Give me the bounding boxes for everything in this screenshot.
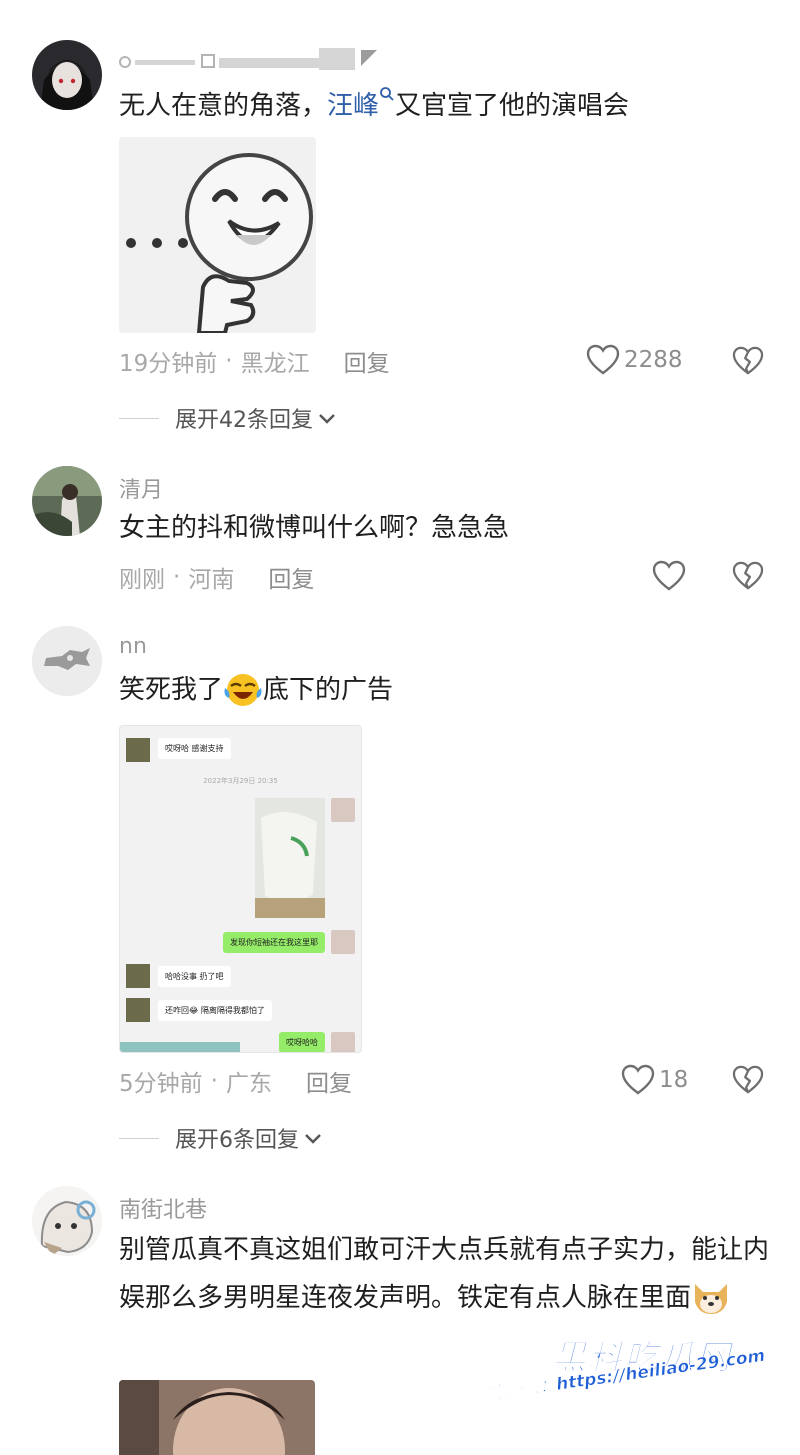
- dislike-button[interactable]: [732, 346, 764, 376]
- chevron-down-icon: [319, 414, 335, 424]
- comment-text: 无人在意的角落，汪峰 又官宣了他的演唱会: [119, 82, 770, 130]
- broken-heart-icon: [732, 346, 764, 375]
- username[interactable]: 清月: [119, 472, 163, 504]
- avatar[interactable]: [32, 466, 102, 536]
- expand-replies-button[interactable]: 展开6条回复: [119, 1122, 323, 1154]
- like-count: 2288: [624, 347, 683, 373]
- comment-meta: 刚刚 · 河南 回复: [119, 560, 314, 594]
- comment-time: 19分钟前: [119, 351, 218, 377]
- chevron-down-icon: [305, 1134, 321, 1144]
- ad-banner-strip: [120, 1042, 240, 1052]
- search-icon: [380, 87, 394, 101]
- comment-text: 别管瓜真不真这姐们敢可汗大点兵就有点子实力，能让内娱那么多男明星连夜发声明。铁定…: [119, 1226, 776, 1322]
- chat-bubble-left: 还咋回😂 隔离隔得我都怕了: [158, 1000, 272, 1021]
- comment-text-body: 别管瓜真不真这姐们敢可汗大点兵就有点子实力，能让内娱那么多男明星连夜发声明。铁定…: [119, 1235, 770, 1313]
- heart-icon: [652, 560, 686, 591]
- chat-bubble-right: 发现你短袖还在我这里耶: [223, 932, 325, 953]
- chat-bubble-left: 哈哈没事 扔了吧: [158, 966, 231, 987]
- broken-heart-icon: [732, 1065, 764, 1094]
- comment-text: 笑死我了 底下的广告: [119, 666, 770, 714]
- watermark: 黑料吃瓜网 看完整版：https://heiliao-29.com: [470, 1320, 800, 1450]
- chat-avatar: [126, 738, 150, 762]
- broken-heart-icon: [732, 561, 764, 590]
- reply-button[interactable]: 回复: [306, 1064, 352, 1098]
- chat-avatar: [126, 964, 150, 988]
- like-count: 18: [659, 1067, 689, 1093]
- comment-text: 女主的抖和微博叫什么啊？急急急: [119, 513, 510, 543]
- like-button[interactable]: 2288: [586, 344, 683, 376]
- search-link[interactable]: 汪峰: [327, 87, 395, 121]
- comment-meta: 19分钟前 · 黑龙江 回复: [119, 344, 390, 378]
- meta-separator: ·: [173, 564, 181, 590]
- reply-button[interactable]: 回复: [344, 344, 390, 378]
- chat-photo: [255, 798, 325, 918]
- comment-time: 刚刚: [119, 567, 165, 593]
- expand-label: 展开6条回复: [175, 1128, 299, 1153]
- comment-text-prefix: 笑死我了: [119, 675, 224, 705]
- heart-icon: [586, 344, 620, 375]
- avatar[interactable]: [32, 40, 102, 110]
- sticker-image[interactable]: [119, 137, 316, 333]
- chat-avatar: [331, 1032, 355, 1052]
- chat-bubble-right: 哎呀哈哈: [279, 1032, 325, 1052]
- comment-photo[interactable]: [119, 1380, 315, 1455]
- meta-separator: ·: [210, 1068, 218, 1094]
- chat-bubble-left: 哎呀哈 感谢支持: [158, 738, 231, 759]
- dislike-button[interactable]: [732, 561, 764, 591]
- comment-location: 黑龙江: [240, 351, 310, 377]
- chat-avatar: [331, 798, 355, 822]
- chat-avatar: [331, 930, 355, 954]
- comment-text-suffix: 又官宣了他的演唱会: [395, 91, 630, 121]
- comment-text-prefix: 无人在意的角落，: [119, 91, 328, 121]
- chat-screenshot-image[interactable]: 哎呀哈 感谢支持 2022年3月29日 20:35 发现你短袖还在我这里耶 哈哈…: [119, 725, 362, 1053]
- doge-emoji-icon: [691, 1276, 731, 1316]
- reply-button[interactable]: 回复: [268, 560, 314, 594]
- avatar[interactable]: [32, 626, 102, 696]
- comment-location: 广东: [225, 1071, 272, 1097]
- avatar[interactable]: [32, 1186, 102, 1256]
- comment-text-suffix: 底下的广告: [263, 675, 394, 705]
- expand-label: 展开42条回复: [175, 408, 313, 433]
- dislike-button[interactable]: [732, 1065, 764, 1095]
- like-button[interactable]: 18: [621, 1064, 688, 1096]
- like-button[interactable]: [652, 560, 686, 592]
- comment-meta: 5分钟前 · 广东 回复: [119, 1064, 352, 1098]
- chat-avatar: [126, 998, 150, 1022]
- divider: [119, 417, 159, 419]
- comment-time: 5分钟前: [119, 1071, 203, 1097]
- username[interactable]: nn: [119, 634, 147, 659]
- expand-replies-button[interactable]: 展开42条回复: [119, 402, 337, 434]
- divider: [119, 1137, 159, 1139]
- heart-icon: [621, 1064, 655, 1095]
- redacted-username: [119, 48, 379, 72]
- chat-timestamp: 2022年3月29日 20:35: [203, 777, 278, 785]
- meta-separator: ·: [225, 348, 233, 374]
- comment-location: 河南: [188, 567, 235, 593]
- laughing-emoji-icon: [223, 668, 263, 708]
- username[interactable]: 南街北巷: [119, 1192, 207, 1224]
